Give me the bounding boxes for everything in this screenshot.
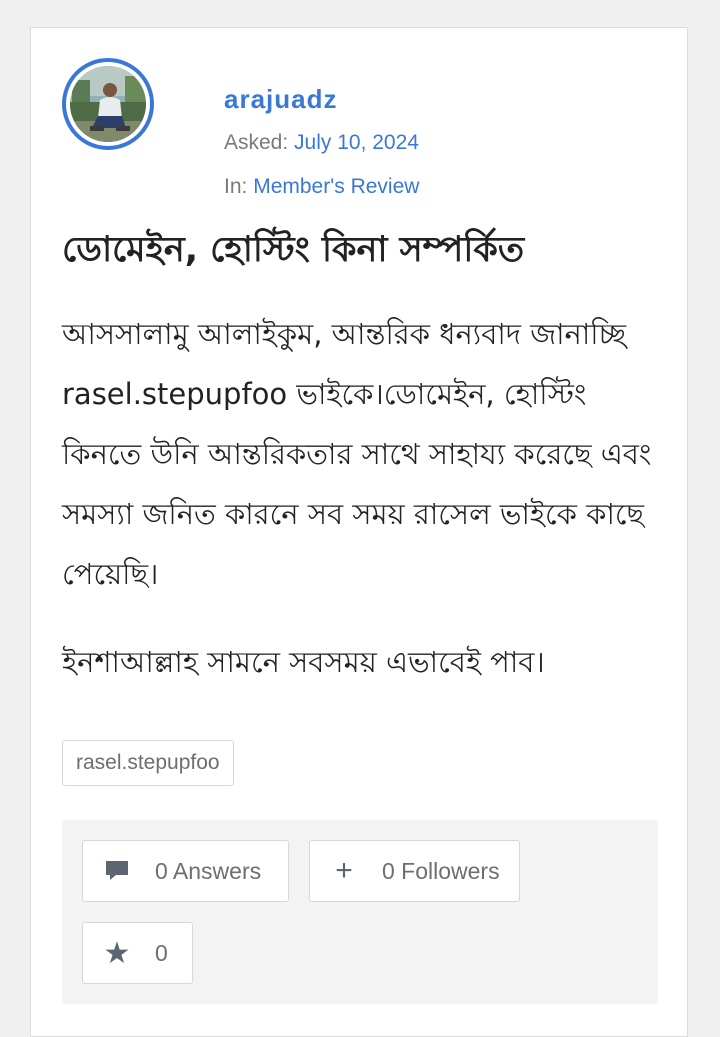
answers-count-label: 0 Answers	[155, 857, 262, 884]
star-icon: ★	[103, 936, 131, 970]
question-actions-bar: 0 Answers + 0 Followers ★ 0	[62, 820, 658, 1004]
asked-date-line: Asked: July 10, 2024	[224, 131, 419, 155]
asked-date-link[interactable]: July 10, 2024	[294, 131, 419, 154]
favorite-button[interactable]: ★ 0	[82, 922, 193, 984]
plus-icon: +	[335, 854, 353, 887]
asked-label: Asked:	[224, 131, 289, 154]
answers-button[interactable]: 0 Answers	[82, 840, 289, 902]
question-title[interactable]: ডোমেইন, হোস্টিং কিনা সম্পর্কিত	[62, 222, 662, 281]
follow-button[interactable]: + 0 Followers	[309, 840, 520, 902]
author-username[interactable]: arajuadz	[224, 84, 338, 115]
followers-count-label: 0 Followers	[382, 857, 500, 884]
category-line: In: Member's Review	[224, 175, 419, 199]
tag-chip[interactable]: rasel.stepupfoo	[62, 740, 234, 786]
avatar[interactable]	[62, 58, 154, 150]
in-label: In:	[224, 175, 248, 198]
comment-icon	[97, 859, 137, 883]
category-link[interactable]: Member's Review	[253, 175, 419, 198]
favorites-count-label: 0	[155, 939, 168, 966]
question-body-paragraph: ইনশাআল্লাহ সামনে সবসময় এভাবেই পাব।	[62, 645, 545, 679]
avatar-photo	[70, 66, 146, 142]
question-body-paragraph: আসসালামু আলাইকুম, আন্তরিক ধন্যবাদ জানাচ্…	[62, 317, 652, 591]
